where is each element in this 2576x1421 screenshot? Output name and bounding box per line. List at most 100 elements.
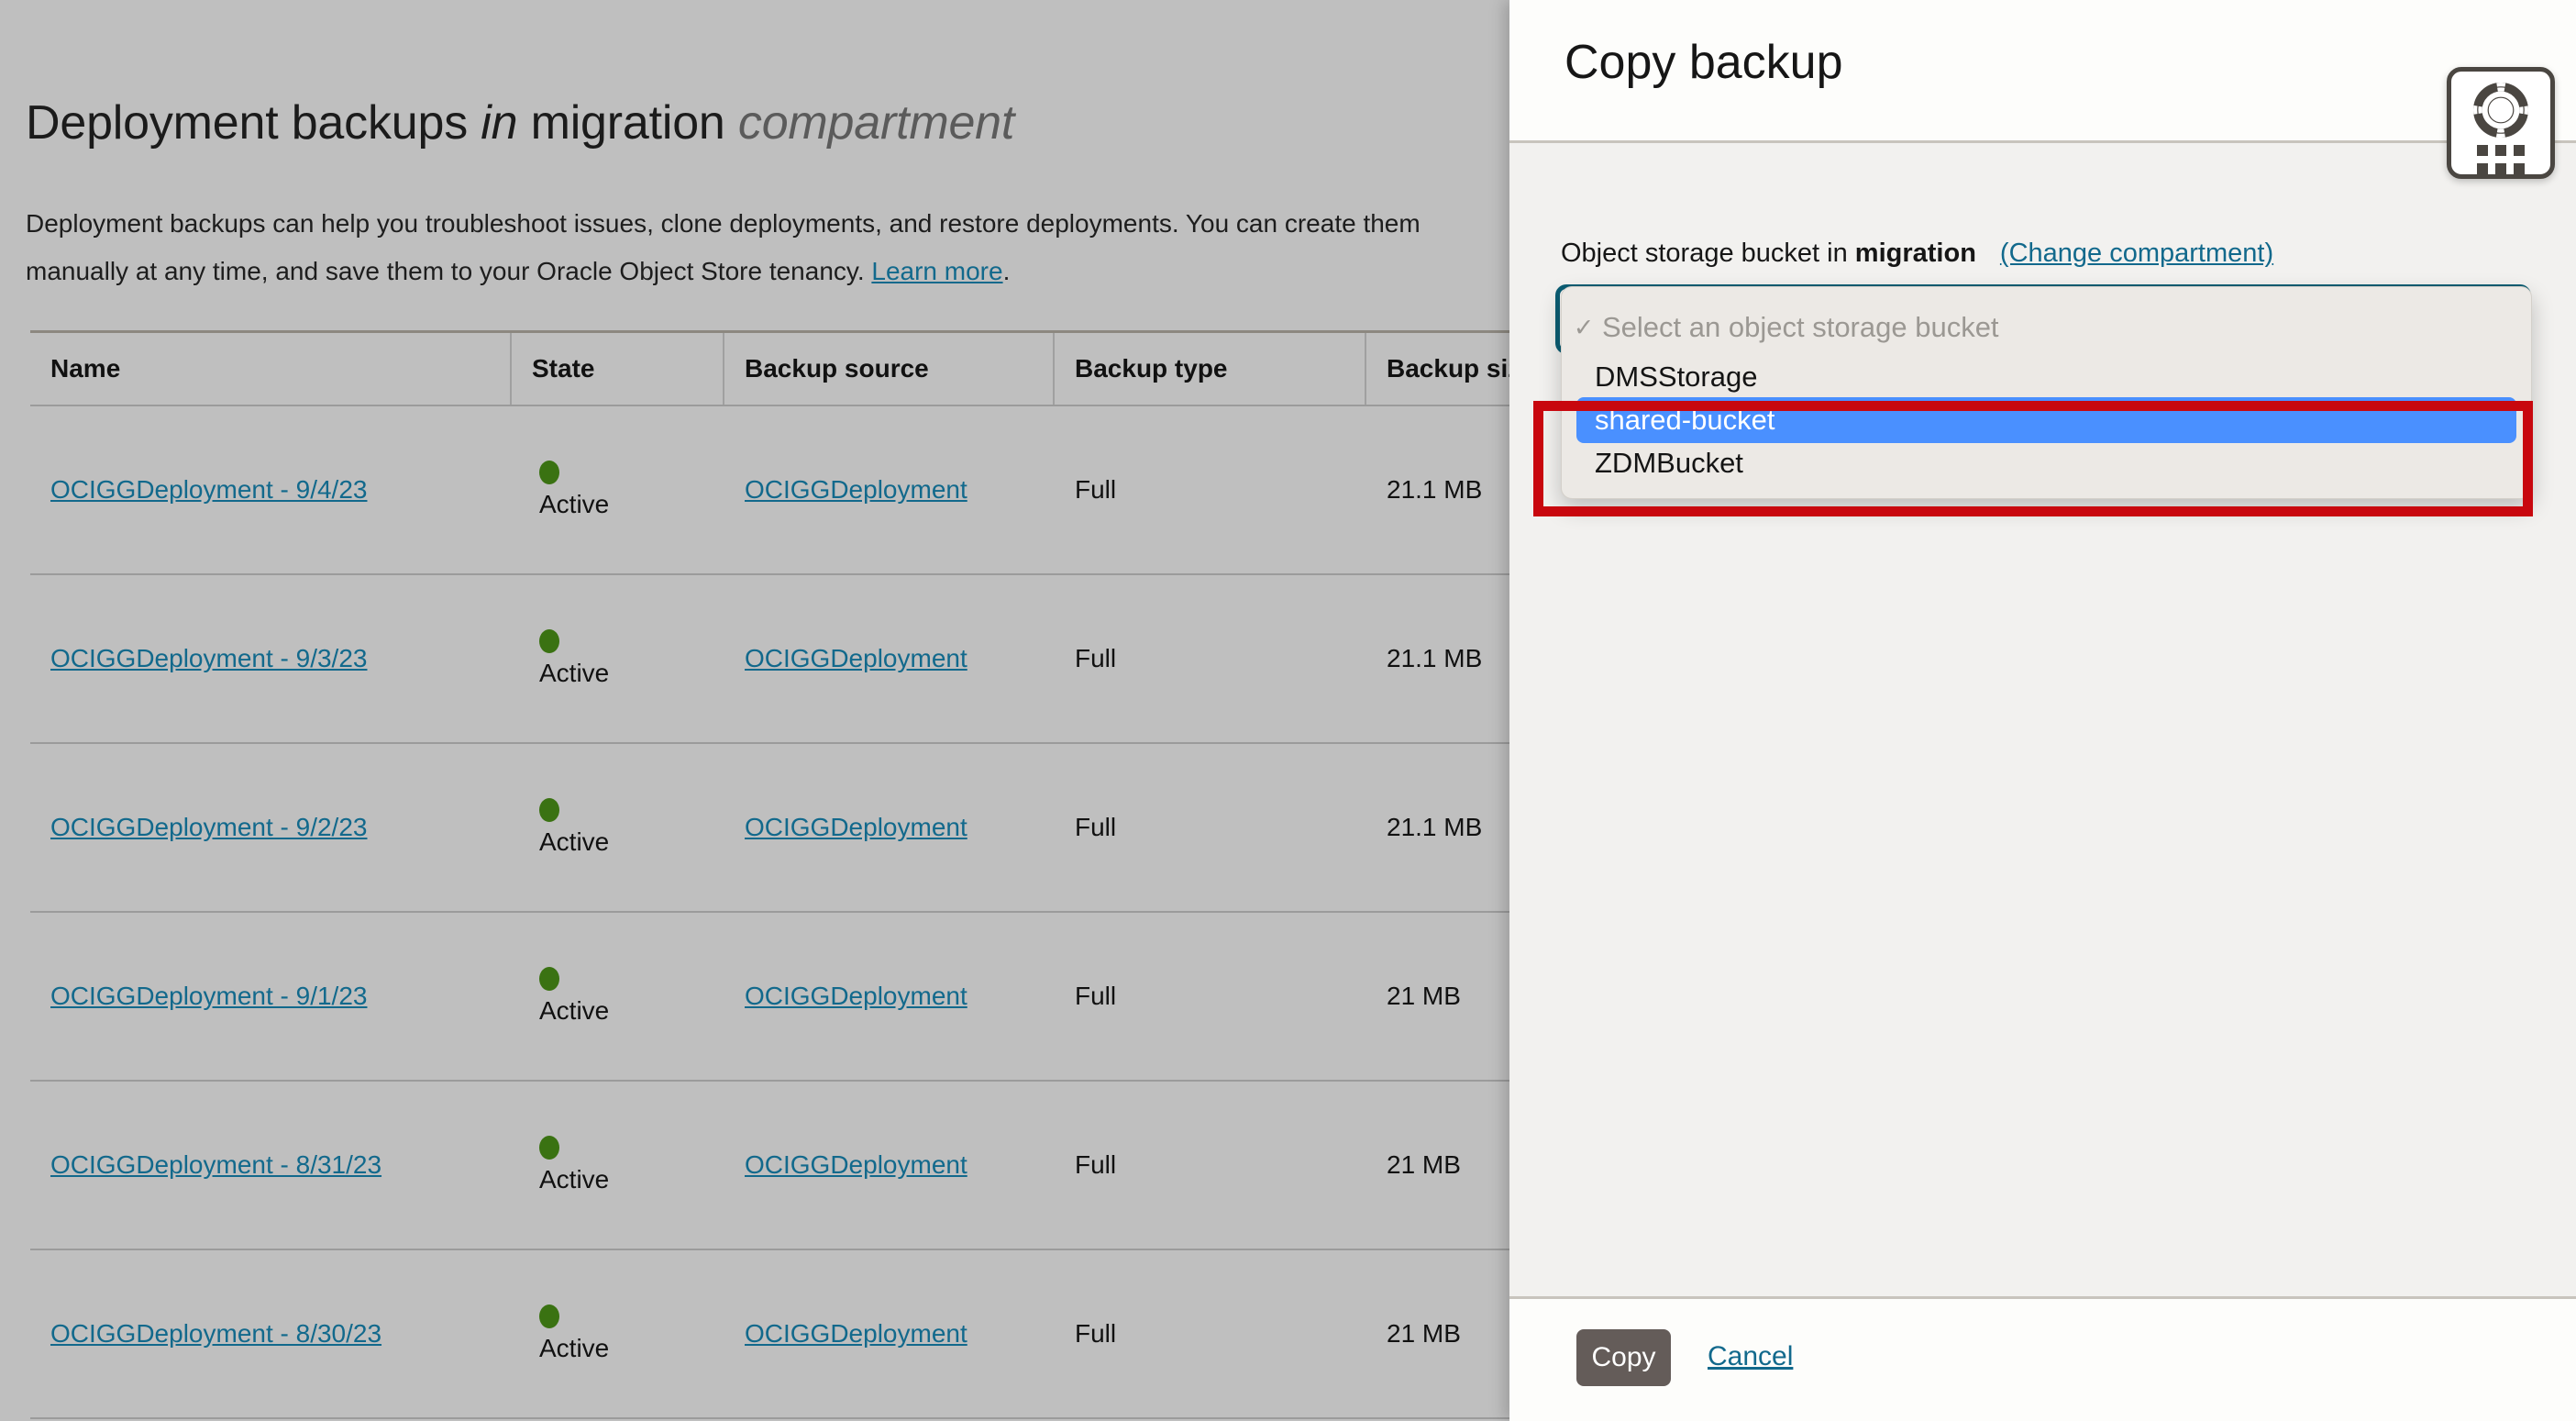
panel-title: Copy backup xyxy=(1564,36,1843,89)
backup-source-link[interactable]: OCIGGDeployment xyxy=(745,469,967,511)
column-header-backup-source[interactable]: Backup source xyxy=(724,333,1055,405)
status-badge: Active xyxy=(539,659,610,687)
table-body: OCIGGDeployment - 9/4/23 Active OCIGGDeplo… xyxy=(30,406,1509,1421)
table-row: OCIGGDeployment - 9/4/23 Active OCIGGDeplo… xyxy=(30,406,1509,575)
table-row: OCIGGDeployment - 9/2/23 Active OCIGGDeplo… xyxy=(30,744,1509,913)
table-row: OCIGGDeployment - 8/31/23 Active OCIGGDepl… xyxy=(30,1082,1509,1250)
dropdown-option-shared-bucket[interactable]: shared-bucket xyxy=(1576,397,2516,443)
status-badge: Active xyxy=(539,827,610,856)
copy-backup-panel: Copy backup xyxy=(1509,0,2576,1421)
cell-backup-source: OCIGGDeployment xyxy=(724,913,1055,1080)
dropdown-top-spacer xyxy=(1562,287,2531,307)
column-header-backup-size[interactable]: Backup size xyxy=(1366,333,1509,405)
background-page: Deployment backups in migration compartm… xyxy=(0,0,1509,1421)
status-dot-icon xyxy=(539,967,559,991)
backup-name-link[interactable]: OCIGGDeployment - 8/31/23 xyxy=(50,1144,381,1186)
page-description-line1: Deployment backups can help you troubles… xyxy=(26,209,1356,238)
page-title-lead: Deployment backups xyxy=(26,96,481,150)
cell-state: Active xyxy=(512,913,724,1080)
status-dot-icon xyxy=(539,1304,559,1328)
cell-backup-type: Full xyxy=(1075,982,1117,1010)
page-title-compartment: compartment xyxy=(737,96,1015,150)
status-dot-icon xyxy=(539,629,559,653)
page-description-period: . xyxy=(1002,257,1011,285)
page-description: Deployment backups can help you troubles… xyxy=(26,200,1509,295)
cell-name: OCIGGDeployment - 9/4/23 xyxy=(30,406,512,573)
cell-backup-type: Full xyxy=(1075,813,1117,841)
cell-backup-size: 21.1 MB xyxy=(1387,644,1483,672)
dropdown-option-placeholder-label: Select an object storage bucket xyxy=(1602,311,1999,343)
page-title-in: in xyxy=(481,96,518,150)
backup-name-link[interactable]: OCIGGDeployment - 9/2/23 xyxy=(50,806,367,849)
dropdown-gap xyxy=(1562,348,2531,357)
status-dot-icon xyxy=(539,1136,559,1160)
object-storage-bucket-label: Object storage bucket in migration (Chang… xyxy=(1561,239,2273,269)
cell-name: OCIGGDeployment - 9/3/23 xyxy=(30,575,512,742)
status-badge: Active xyxy=(539,1334,610,1362)
app-root: Deployment backups in migration compartm… xyxy=(0,0,2576,1421)
object-storage-bucket-dropdown[interactable]: ✓ Select an object storage bucket DMSSto… xyxy=(1561,286,2532,499)
cell-backup-size: 21.1 MB xyxy=(1387,475,1483,504)
cell-state: Active xyxy=(512,744,724,911)
label-compartment: migration xyxy=(1854,239,1976,268)
table-row: OCIGGDeployment - 9/1/23 Active OCIGGDeplo… xyxy=(30,913,1509,1082)
backup-source-link[interactable]: OCIGGDeployment xyxy=(745,1144,967,1186)
backup-name-link[interactable]: OCIGGDeployment - 9/1/23 xyxy=(50,975,367,1017)
table-row: OCIGGDeployment - 9/3/23 Active OCIGGDeplo… xyxy=(30,575,1509,744)
cell-backup-type: Full xyxy=(1075,1319,1117,1348)
check-icon: ✓ xyxy=(1573,313,1595,341)
cell-backup-size: 21.1 MB xyxy=(1387,813,1483,841)
cell-backup-type: Full xyxy=(1075,475,1117,504)
background-page-content: Deployment backups in migration compartm… xyxy=(0,0,1509,1421)
column-header-name[interactable]: Name xyxy=(30,333,512,405)
cell-name: OCIGGDeployment - 9/2/23 xyxy=(30,744,512,911)
backup-source-link[interactable]: OCIGGDeployment xyxy=(745,806,967,849)
cancel-link[interactable]: Cancel xyxy=(1708,1341,1793,1372)
cell-backup-source: OCIGGDeployment xyxy=(724,1082,1055,1249)
backup-source-link[interactable]: OCIGGDeployment xyxy=(745,638,967,680)
backup-name-link[interactable]: OCIGGDeployment - 8/30/23 xyxy=(50,1313,381,1355)
cell-state: Active xyxy=(512,406,724,573)
column-header-state[interactable]: State xyxy=(512,333,724,405)
status-badge: Active xyxy=(539,1165,610,1193)
copy-button[interactable]: Copy xyxy=(1576,1329,1671,1386)
cell-backup-source: OCIGGDeployment xyxy=(724,1250,1055,1417)
cell-backup-source: OCIGGDeployment xyxy=(724,575,1055,742)
status-badge: Active xyxy=(539,490,610,518)
backup-name-link[interactable]: OCIGGDeployment - 9/3/23 xyxy=(50,638,367,680)
cell-backup-type: Full xyxy=(1075,1150,1117,1179)
status-dot-icon xyxy=(539,798,559,822)
dot-grid-icon xyxy=(2477,145,2525,174)
cell-state: Active xyxy=(512,1082,724,1249)
cell-backup-size: 21 MB xyxy=(1387,982,1461,1010)
status-dot-icon xyxy=(539,461,559,484)
status-badge: Active xyxy=(539,996,610,1025)
cell-backup-source: OCIGGDeployment xyxy=(724,744,1055,911)
help-widget[interactable] xyxy=(2447,67,2555,179)
column-header-backup-type[interactable]: Backup type xyxy=(1055,333,1366,405)
cell-state: Active xyxy=(512,575,724,742)
learn-more-link[interactable]: Learn more xyxy=(871,257,1002,285)
change-compartment-link[interactable]: (Change compartment) xyxy=(2000,239,2273,268)
backup-source-link[interactable]: OCIGGDeployment xyxy=(745,975,967,1017)
cell-backup-size: 21 MB xyxy=(1387,1319,1461,1348)
cell-backup-size: 21 MB xyxy=(1387,1150,1461,1179)
page-title-mid: migration xyxy=(517,96,738,150)
panel-header: Copy backup xyxy=(1509,0,2576,143)
cell-state: Active xyxy=(512,1250,724,1417)
cell-backup-type: Full xyxy=(1075,644,1117,672)
cell-name: OCIGGDeployment - 8/30/23 xyxy=(30,1250,512,1417)
dropdown-option-zdmbucket[interactable]: ZDMBucket xyxy=(1562,443,2531,483)
backup-name-link[interactable]: OCIGGDeployment - 9/4/23 xyxy=(50,469,367,511)
backups-table: Name State Backup source Backup type Bac… xyxy=(30,330,1509,1421)
cell-backup-source: OCIGGDeployment xyxy=(724,406,1055,573)
cell-name: OCIGGDeployment - 8/31/23 xyxy=(30,1082,512,1249)
label-prefix: Object storage bucket in xyxy=(1561,239,1855,268)
page-title: Deployment backups in migration compartm… xyxy=(26,95,1014,150)
cell-name: OCIGGDeployment - 9/1/23 xyxy=(30,913,512,1080)
dropdown-option-dmsstorage[interactable]: DMSStorage xyxy=(1562,357,2531,397)
lifesaver-icon xyxy=(2473,83,2528,138)
table-row: OCIGGDeployment - 8/30/23 Active OCIGGDepl… xyxy=(30,1250,1509,1419)
backup-source-link[interactable]: OCIGGDeployment xyxy=(745,1313,967,1355)
dropdown-option-placeholder[interactable]: ✓ Select an object storage bucket xyxy=(1562,307,2531,348)
